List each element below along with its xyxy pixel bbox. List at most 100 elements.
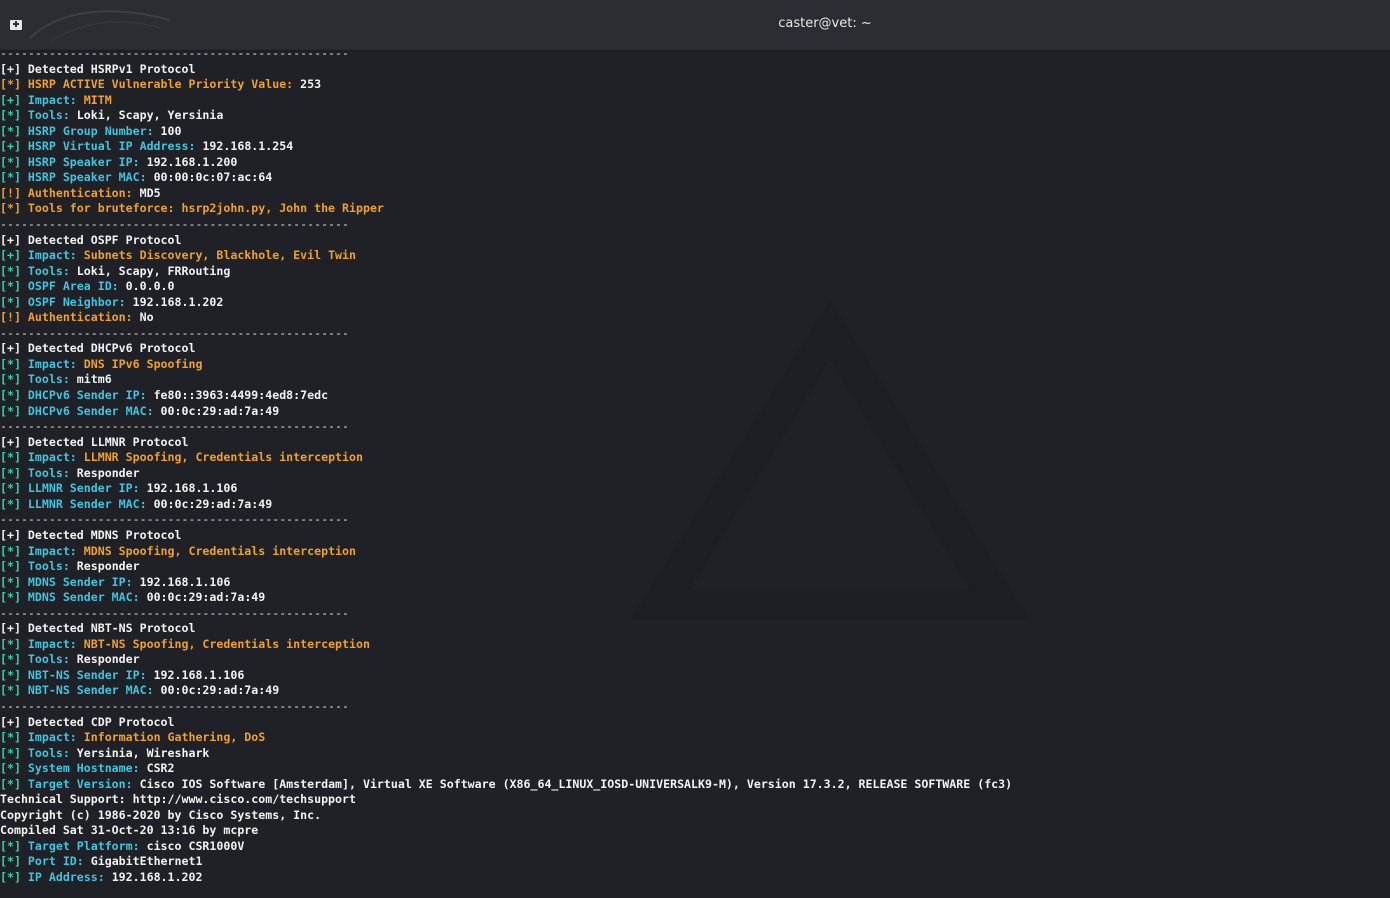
terminal-text-segment: [+] Detected HSRPv1 Protocol	[0, 61, 196, 76]
terminal-line: [*] Target Version: Cisco IOS Software […	[0, 777, 1390, 793]
terminal-text-segment: HSRP Virtual IP Address:	[27, 139, 203, 154]
terminal-text-segment: [+] Detected NBT-NS Protocol	[0, 621, 196, 636]
terminal-text-segment: [+] Detected OSPF Protocol	[0, 232, 182, 247]
terminal-line: [+] Detected MDNS Protocol	[0, 528, 1390, 544]
terminal-text-segment: IP Address:	[27, 869, 112, 884]
terminal-line: [*] Tools: Loki, Scapy, FRRouting	[0, 264, 1390, 280]
terminal-text-segment: [*]	[0, 388, 28, 403]
terminal-text-segment: [*]	[0, 730, 28, 745]
terminal-text-segment: [*]	[0, 294, 28, 309]
terminal-text-segment: MDNS Spoofing, Credentials interception	[83, 543, 356, 558]
terminal-text-segment: [*] HSRP ACTIVE Vulnerable Priority Valu…	[0, 77, 301, 92]
terminal-line: [*] Port ID: GigabitEthernet1	[0, 854, 1390, 870]
terminal-line: [*] Tools: Responder	[0, 559, 1390, 575]
terminal-text-segment: Loki, Scapy, Yersinia	[76, 108, 224, 123]
terminal-text-segment: [*]	[0, 263, 28, 278]
terminal-text-segment: [*]	[0, 574, 28, 589]
terminal-line: [!] Authentication: MD5	[0, 186, 1390, 202]
terminal-text-segment: fe80::3963:4499:4ed8:7edc	[153, 388, 329, 403]
separator-line: ----------------------------------------…	[0, 698, 350, 713]
terminal-text-segment: [*]	[0, 108, 28, 123]
terminal-text-segment: mitm6	[76, 372, 112, 387]
terminal-text-segment: 00:0c:29:ad:7a:49	[153, 496, 273, 511]
terminal-text-segment: NBT-NS Sender IP:	[27, 667, 154, 682]
terminal-text-segment: DHCPv6 Sender IP:	[27, 388, 154, 403]
terminal-output[interactable]: ----------------------------------------…	[0, 46, 1390, 886]
terminal-text-segment: MDNS Sender IP:	[27, 574, 140, 589]
terminal-line: Technical Support: http://www.cisco.com/…	[0, 792, 1390, 808]
terminal-text-segment: DHCPv6 Sender MAC:	[27, 403, 161, 418]
terminal-text-segment: [*]	[0, 465, 28, 480]
terminal-text-segment: Information Gathering, DoS	[83, 730, 266, 745]
terminal-text-segment: [+]	[0, 248, 28, 263]
terminal-text-segment: Impact:	[27, 730, 84, 745]
terminal-line: [*] LLMNR Sender MAC: 00:0c:29:ad:7a:49	[0, 497, 1390, 513]
separator-line: ----------------------------------------…	[0, 605, 350, 620]
terminal-line: [*] Impact: NBT-NS Spoofing, Credentials…	[0, 637, 1390, 653]
terminal-line: [*] Impact: Information Gathering, DoS	[0, 730, 1390, 746]
terminal-text-segment: [*]	[0, 356, 28, 371]
separator-line: ----------------------------------------…	[0, 419, 350, 434]
terminal-line: [*] Tools: mitm6	[0, 372, 1390, 388]
terminal-text-segment: MDNS Sender MAC:	[27, 590, 147, 605]
terminal-line: [*] HSRP ACTIVE Vulnerable Priority Valu…	[0, 77, 1390, 93]
separator-line: ----------------------------------------…	[0, 217, 350, 232]
terminal-text-segment: Tools:	[27, 263, 77, 278]
terminal-text-segment: HSRP Speaker IP:	[27, 154, 147, 169]
terminal-text-segment: [+] Detected DHCPv6 Protocol	[0, 341, 196, 356]
terminal-text-segment: [*]	[0, 683, 28, 698]
terminal-line: [+] Detected DHCPv6 Protocol	[0, 341, 1390, 357]
terminal-line: [*] Target Platform: cisco CSR1000V	[0, 839, 1390, 855]
terminal-line: [*] NBT-NS Sender MAC: 00:0c:29:ad:7a:49	[0, 683, 1390, 699]
terminal-line: [*] Tools: Loki, Scapy, Yersinia	[0, 108, 1390, 124]
terminal-line: [*] Tools: Yersinia, Wireshark	[0, 746, 1390, 762]
terminal-text-segment: 192.168.1.202	[132, 294, 224, 309]
terminal-line: [*] HSRP Speaker IP: 192.168.1.200	[0, 155, 1390, 171]
terminal-text-segment: [+]	[0, 139, 28, 154]
terminal-line: [*] Tools: Responder	[0, 466, 1390, 482]
terminal-text-segment: 00:0c:29:ad:7a:49	[160, 403, 280, 418]
terminal-text-segment: Impact:	[27, 450, 84, 465]
terminal-text-segment: 192.168.1.106	[139, 574, 231, 589]
terminal-text-segment: 192.168.1.106	[146, 481, 238, 496]
terminal-line: Copyright (c) 1986-2020 by Cisco Systems…	[0, 808, 1390, 824]
terminal-text-segment: Target Platform:	[27, 838, 147, 853]
terminal-text-segment: OSPF Area ID:	[27, 279, 126, 294]
terminal-text-segment: Responder	[76, 559, 140, 574]
terminal-text-segment: [*]	[0, 590, 28, 605]
terminal-text-segment: Responder	[76, 652, 140, 667]
terminal-line: [+] Impact: Subnets Discovery, Blackhole…	[0, 248, 1390, 264]
terminal-text-segment: 192.168.1.106	[153, 667, 245, 682]
terminal-line: [*] Tools for bruteforce: hsrp2john.py, …	[0, 201, 1390, 217]
terminal-text-segment: [+]	[0, 92, 28, 107]
terminal-text-segment: 100	[160, 123, 182, 138]
terminal-text-segment: cisco CSR1000V	[146, 838, 245, 853]
terminal-line: [*] Impact: DNS IPv6 Spoofing	[0, 357, 1390, 373]
terminal-line: [*] OSPF Neighbor: 192.168.1.202	[0, 295, 1390, 311]
terminal-line: [*] DHCPv6 Sender IP: fe80::3963:4499:4e…	[0, 388, 1390, 404]
terminal-text-segment: [!] Authentication:	[0, 310, 140, 325]
terminal-text-segment: [*]	[0, 869, 28, 884]
terminal-line: [+] Detected HSRPv1 Protocol	[0, 62, 1390, 78]
terminal-line: [*] System Hostname: CSR2	[0, 761, 1390, 777]
terminal-text-segment: LLMNR Sender MAC:	[27, 496, 154, 511]
terminal-text-segment: 00:00:0c:07:ac:64	[153, 170, 273, 185]
terminal-line: [+] Detected OSPF Protocol	[0, 233, 1390, 249]
terminal-text-segment: [*]	[0, 559, 28, 574]
terminal-text-segment: [*]	[0, 761, 28, 776]
terminal-text-segment: Subnets Discovery, Blackhole, Evil Twin	[83, 248, 356, 263]
terminal-text-segment: [+] Detected LLMNR Protocol	[0, 434, 189, 449]
terminal-line: [*] DHCPv6 Sender MAC: 00:0c:29:ad:7a:49	[0, 404, 1390, 420]
terminal-text-segment: [*]	[0, 170, 28, 185]
terminal-line: [!] Authentication: No	[0, 310, 1390, 326]
terminal-text-segment: [!] Authentication:	[0, 185, 140, 200]
terminal-text-segment: Impact:	[27, 92, 84, 107]
terminal-line: [*] IP Address: 192.168.1.202	[0, 870, 1390, 886]
terminal-text-segment: LLMNR Sender IP:	[27, 481, 147, 496]
terminal-text-segment: Yersinia, Wireshark	[76, 745, 210, 760]
terminal-text-segment: Copyright (c) 1986-2020 by Cisco Systems…	[0, 807, 322, 822]
terminal-text-segment: MD5	[139, 185, 161, 200]
terminal-text-segment: [+] Detected CDP Protocol	[0, 714, 175, 729]
terminal-line: [*] MDNS Sender IP: 192.168.1.106	[0, 575, 1390, 591]
terminal-text-segment: OSPF Neighbor:	[27, 294, 133, 309]
